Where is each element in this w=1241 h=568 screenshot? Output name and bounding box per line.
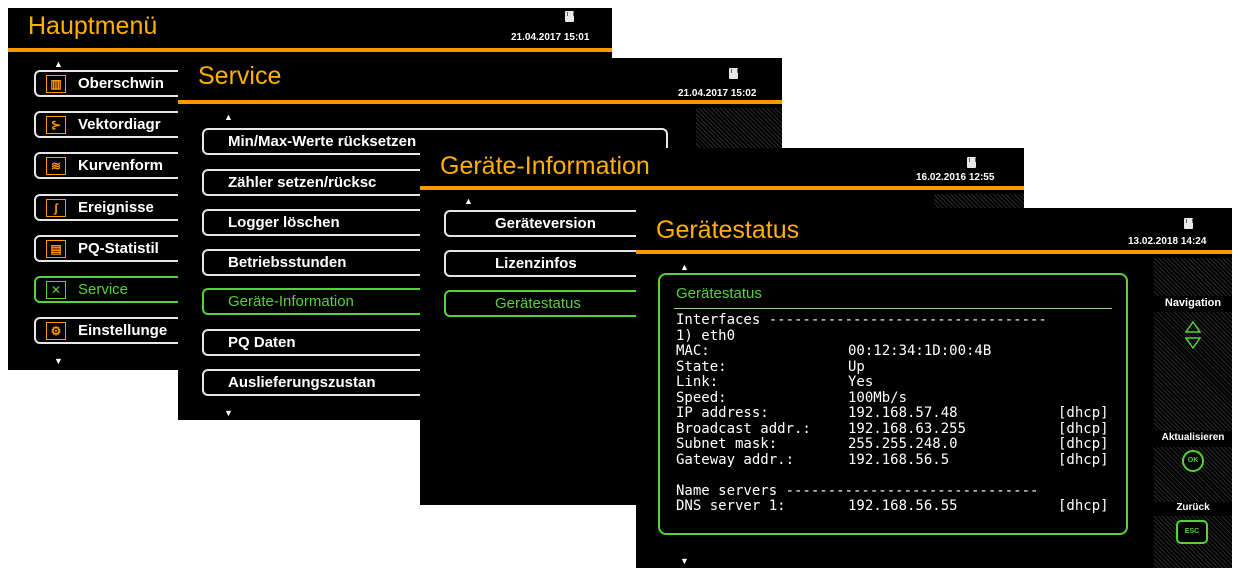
status-line-value: Yes xyxy=(848,374,874,390)
menu-item-label: Geräteversion xyxy=(495,215,596,232)
scroll-up-arrow-icon[interactable]: ▲ xyxy=(680,262,689,272)
scroll-down-arrow-icon[interactable]: ▼ xyxy=(680,556,689,566)
scroll-down-arrow-icon[interactable]: ▼ xyxy=(224,408,233,418)
navigation-updown-icon[interactable] xyxy=(1183,320,1203,355)
status-line-tag: [dhcp] xyxy=(1058,405,1109,421)
status-line-tag: [dhcp] xyxy=(1058,420,1109,437)
pq-statistics-icon: ▤ xyxy=(46,239,66,258)
device-status-box: Gerätestatus Interfaces ----------------… xyxy=(658,273,1128,535)
scroll-up-arrow-icon[interactable]: ▲ xyxy=(54,59,63,69)
status-line-value: 255.255.248.0 xyxy=(848,436,958,452)
menu-item-label: Betriebsstunden xyxy=(228,254,347,271)
sd-card-icon xyxy=(1184,218,1193,229)
status-box-heading: Gerätestatus xyxy=(676,285,762,302)
service-titlebar: Service 21.04.2017 15:02 xyxy=(178,58,782,99)
status-line-label: Speed: xyxy=(676,389,727,406)
status-line-label: Gateway addr.: xyxy=(676,451,795,468)
device-info-titlebar: Geräte-Information 16.02.2016 12:55 xyxy=(420,148,1024,184)
waveform-icon: ≋ xyxy=(46,156,66,175)
service-title: Service xyxy=(198,62,282,90)
device-status-title: Gerätestatus xyxy=(656,216,800,244)
menu-item-label: Einstellunge xyxy=(78,322,168,339)
status-line-label: Link: xyxy=(676,374,719,390)
title-divider xyxy=(420,186,1024,190)
harmonics-icon: ▥ xyxy=(46,74,66,93)
status-line-label: State: xyxy=(676,358,727,375)
menu-item-label: PQ Daten xyxy=(228,334,296,351)
service-tools-icon: ✕ xyxy=(46,280,66,299)
main-menu-title: Hauptmenü xyxy=(28,12,158,40)
title-divider xyxy=(178,100,782,104)
device-info-title: Geräte-Information xyxy=(440,152,650,180)
status-line-label: IP address: xyxy=(676,405,769,421)
status-line-label: Name servers ---------------------------… xyxy=(676,482,1039,499)
menu-item-label: Gerätestatus xyxy=(495,295,581,312)
status-line-value: 192.168.56.5 xyxy=(848,451,950,468)
status-line-label: 1) eth0 xyxy=(676,327,736,344)
status-line-value: 192.168.57.48 xyxy=(848,405,958,421)
status-line-value: 192.168.63.255 xyxy=(848,420,967,437)
menu-item-label: Logger löschen xyxy=(228,214,340,231)
events-icon: ∫ xyxy=(46,198,66,217)
device-status-datetime: 13.02.2018 14:24 xyxy=(1128,236,1207,247)
sd-card-icon xyxy=(967,157,976,168)
sd-card-icon xyxy=(565,11,574,22)
main-menu-titlebar: Hauptmenü 21.04.2017 15:01 xyxy=(8,8,612,44)
menu-item-label: Auslieferungszustan xyxy=(228,374,376,391)
settings-icon: ⚙ xyxy=(46,321,66,340)
status-heading-divider xyxy=(674,308,1112,309)
navigation-label: Navigation xyxy=(1164,297,1222,309)
menu-item-label: Geräte-Information xyxy=(228,293,354,310)
device-status-titlebar: Gerätestatus 13.02.2018 14:24 xyxy=(636,208,1232,247)
status-line-value: 00:12:34:1D:00:4B xyxy=(848,343,992,359)
status-line-value: 100Mb/s xyxy=(848,389,908,406)
status-line-tag: [dhcp] xyxy=(1058,498,1109,514)
status-line-tag: [dhcp] xyxy=(1058,436,1109,452)
status-line-tag: [dhcp] xyxy=(1058,451,1109,468)
esc-key-label: ESC xyxy=(1184,528,1200,535)
refresh-label: Aktualisieren xyxy=(1161,432,1225,443)
menu-item-label: Kurvenform xyxy=(78,157,164,174)
esc-button-icon[interactable]: ESC xyxy=(1176,520,1208,544)
ok-key-label: OK xyxy=(1187,457,1199,464)
scroll-down-arrow-icon[interactable]: ▼ xyxy=(54,356,63,366)
menu-item-label: Service xyxy=(78,281,129,298)
status-line-label: Broadcast addr.: xyxy=(676,420,811,437)
scroll-up-arrow-icon[interactable]: ▲ xyxy=(464,196,473,206)
title-divider xyxy=(636,250,1232,254)
menu-item-label: Lizenzinfos xyxy=(495,255,577,272)
ok-button-icon[interactable]: OK xyxy=(1182,450,1204,472)
device-info-datetime: 16.02.2016 12:55 xyxy=(916,172,995,183)
vector-diagram-icon: ⊱ xyxy=(46,115,66,134)
menu-item-label: Ereignisse xyxy=(78,199,154,216)
main-menu-datetime: 21.04.2017 15:01 xyxy=(511,32,590,43)
status-line-value: 192.168.56.55 xyxy=(848,498,958,514)
menu-item-label: Min/Max-Werte rücksetzen xyxy=(228,133,417,150)
scroll-up-arrow-icon[interactable]: ▲ xyxy=(224,112,233,122)
status-line-value: Up xyxy=(848,358,865,375)
title-divider xyxy=(8,48,612,52)
softkey-panel: Navigation Aktualisieren OK Zurück ESC xyxy=(1154,258,1232,568)
menu-item-label: Zähler setzen/rücksc xyxy=(228,174,377,191)
sd-card-icon xyxy=(729,68,738,79)
menu-item-label: Vektordiagr xyxy=(78,116,161,133)
back-label: Zurück xyxy=(1176,502,1210,513)
menu-item-label: Oberschwin xyxy=(78,75,164,92)
status-line-label: Interfaces -----------------------------… xyxy=(676,312,1047,328)
service-datetime: 21.04.2017 15:02 xyxy=(678,88,757,99)
status-line-label: MAC: xyxy=(676,343,710,359)
menu-item-label: PQ-Statistil xyxy=(78,240,159,257)
status-line-label: DNS server 1: xyxy=(676,498,786,514)
device-status-screen: Gerätestatus 13.02.2018 14:24 ▲ Gerätest… xyxy=(636,208,1232,568)
status-line-label: Subnet mask: xyxy=(676,436,778,452)
